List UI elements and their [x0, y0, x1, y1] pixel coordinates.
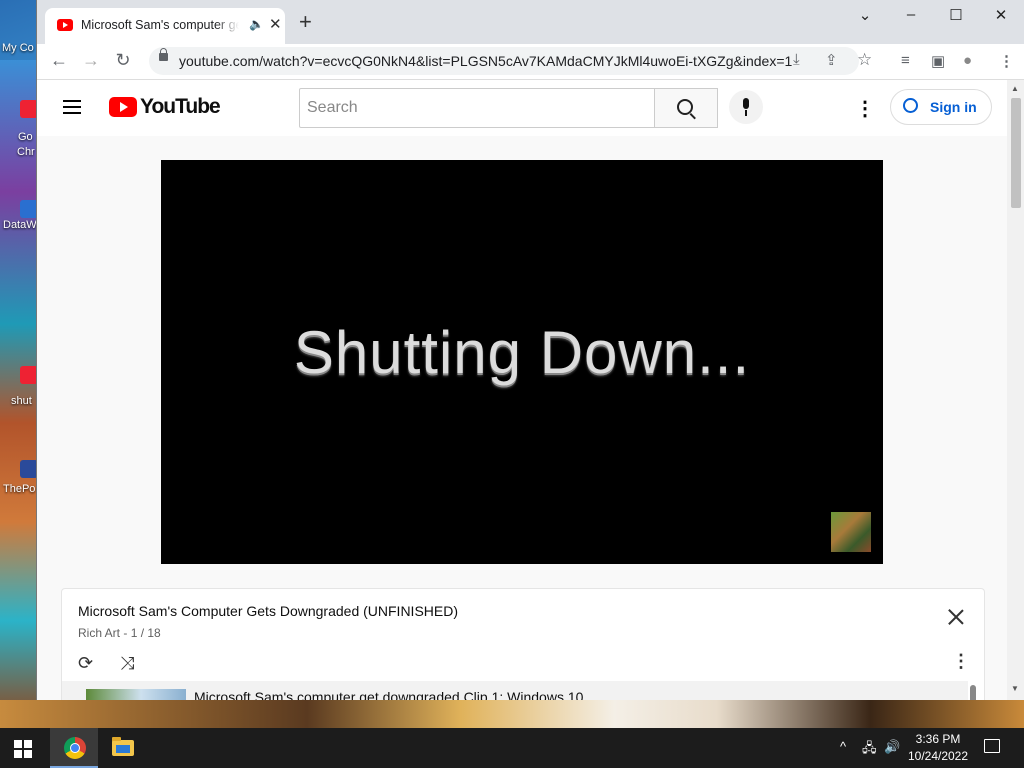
microphone-stand: [745, 110, 747, 116]
tab-strip: Microsoft Sam's computer get downgraded …: [37, 0, 1024, 44]
desktop-icon-label[interactable]: ThePo: [3, 483, 35, 495]
playlist-title[interactable]: Microsoft Sam's Computer Gets Downgraded…: [78, 603, 458, 619]
volume-icon[interactable]: 🔊: [884, 739, 900, 755]
side-panel-icon[interactable]: ▣: [931, 52, 945, 70]
forward-button[interactable]: →: [80, 50, 102, 71]
taskbar: ^ 🖧 🔊 3:36 PM 10/24/2022: [0, 728, 1024, 768]
taskbar-chrome-button[interactable]: [50, 728, 98, 768]
scroll-down-icon[interactable]: ▼: [1011, 684, 1019, 693]
loop-playlist-icon[interactable]: ⟳: [78, 653, 93, 674]
address-bar[interactable]: youtube.com/watch?v=ecvcQG0NkN4&list=PLG…: [149, 47, 872, 75]
clock-time[interactable]: 3:36 PM: [906, 732, 970, 746]
browser-toolbar: ← → ↻ youtube.com/watch?v=ecvcQG0NkN4&li…: [37, 44, 1024, 80]
media-control-icon[interactable]: ≡: [901, 52, 910, 69]
playlist-panel: Microsoft Sam's Computer Gets Downgraded…: [61, 588, 985, 700]
video-thumbnail[interactable]: [86, 689, 186, 700]
playlist-meta: Rich Art - 1 / 18: [78, 626, 161, 640]
playlist-position: - 1 / 18: [123, 626, 161, 640]
show-hidden-icons-chevron-icon[interactable]: ^: [840, 739, 846, 754]
search-placeholder: Search: [307, 99, 358, 116]
new-tab-button[interactable]: +: [299, 11, 312, 33]
desktop-icon-column: [0, 60, 36, 720]
hamburger-menu-icon[interactable]: [63, 100, 81, 114]
settings-more-icon[interactable]: ⋮: [855, 96, 875, 121]
playlist-item-title[interactable]: Microsoft Sam's computer get downgraded …: [194, 689, 583, 700]
lock-icon[interactable]: [159, 48, 168, 61]
wallpaper-strip: [0, 700, 1024, 728]
speaker-icon[interactable]: 🔈: [249, 17, 264, 31]
youtube-favicon-icon: [57, 19, 73, 31]
page-scrollbar[interactable]: ▲ ▼: [1007, 80, 1024, 700]
close-window-button[interactable]: ✕: [991, 6, 1011, 24]
sign-in-label: Sign in: [930, 99, 977, 115]
search-input[interactable]: Search: [299, 88, 655, 128]
taskbar-file-explorer-button[interactable]: [98, 728, 146, 768]
clock-date[interactable]: 10/24/2022: [906, 749, 970, 763]
tab-search-icon[interactable]: ⌄: [855, 6, 875, 24]
bookmark-star-icon[interactable]: ☆: [857, 50, 872, 70]
browser-window: Microsoft Sam's computer get downgraded …: [36, 0, 1024, 700]
youtube-logo-text[interactable]: YouTube: [140, 95, 221, 119]
chrome-icon: [64, 737, 86, 759]
desktop-icon-label[interactable]: Go: [18, 131, 33, 143]
search-button[interactable]: [655, 88, 718, 128]
windows-start-icon[interactable]: [14, 740, 32, 758]
youtube-logo-icon[interactable]: [109, 97, 137, 117]
desktop-icon-label[interactable]: DataW: [3, 219, 37, 231]
share-icon[interactable]: ⇪: [825, 51, 838, 69]
youtube-page: YouTube Search ⋮ Sign in Shutting Down..…: [37, 80, 1007, 700]
desktop-icon-label[interactable]: My Co: [2, 42, 34, 54]
voice-search-button[interactable]: [729, 90, 763, 124]
scroll-up-icon[interactable]: ▲: [1011, 84, 1019, 93]
url-text[interactable]: youtube.com/watch?v=ecvcQG0NkN4&list=PLG…: [179, 53, 792, 69]
shuffle-playlist-icon[interactable]: ⤨: [120, 653, 134, 674]
network-icon[interactable]: 🖧: [862, 739, 877, 761]
reload-button[interactable]: ↻: [112, 50, 134, 71]
account-circle-icon: [903, 98, 918, 113]
video-player[interactable]: Shutting Down...: [161, 160, 883, 564]
minimize-button[interactable]: –: [901, 6, 921, 23]
tab-title: Microsoft Sam's computer get downgraded: [81, 18, 239, 32]
file-explorer-icon: [112, 737, 134, 756]
scrollbar-thumb[interactable]: [1011, 98, 1021, 208]
playlist-scrollbar[interactable]: [970, 685, 976, 700]
profile-avatar-icon[interactable]: ●: [963, 52, 972, 69]
tab-active[interactable]: Microsoft Sam's computer get downgraded …: [45, 8, 285, 44]
desktop-icon-label[interactable]: shut: [11, 395, 32, 407]
close-icon[interactable]: ✕: [269, 15, 282, 33]
maximize-button[interactable]: ☐: [946, 6, 966, 24]
notification-center-icon[interactable]: [984, 739, 1000, 753]
youtube-header: YouTube Search ⋮ Sign in: [37, 80, 1007, 136]
video-frame-text: Shutting Down...: [293, 319, 751, 386]
sign-in-button[interactable]: Sign in: [890, 89, 992, 125]
microphone-icon: [743, 98, 749, 109]
playlist-menu-icon[interactable]: ⋮: [952, 651, 970, 672]
back-button[interactable]: ←: [48, 50, 70, 71]
install-icon[interactable]: ⤓: [793, 51, 800, 68]
chrome-menu-icon[interactable]: ⋮: [999, 52, 1014, 70]
channel-watermark[interactable]: [831, 512, 871, 552]
close-playlist-icon[interactable]: [946, 607, 966, 627]
search-icon: [677, 99, 693, 115]
playlist-item[interactable]: Microsoft Sam's computer get downgraded …: [62, 681, 968, 700]
playlist-channel[interactable]: Rich Art: [78, 626, 120, 640]
desktop-icon-label[interactable]: Chr: [17, 146, 35, 158]
